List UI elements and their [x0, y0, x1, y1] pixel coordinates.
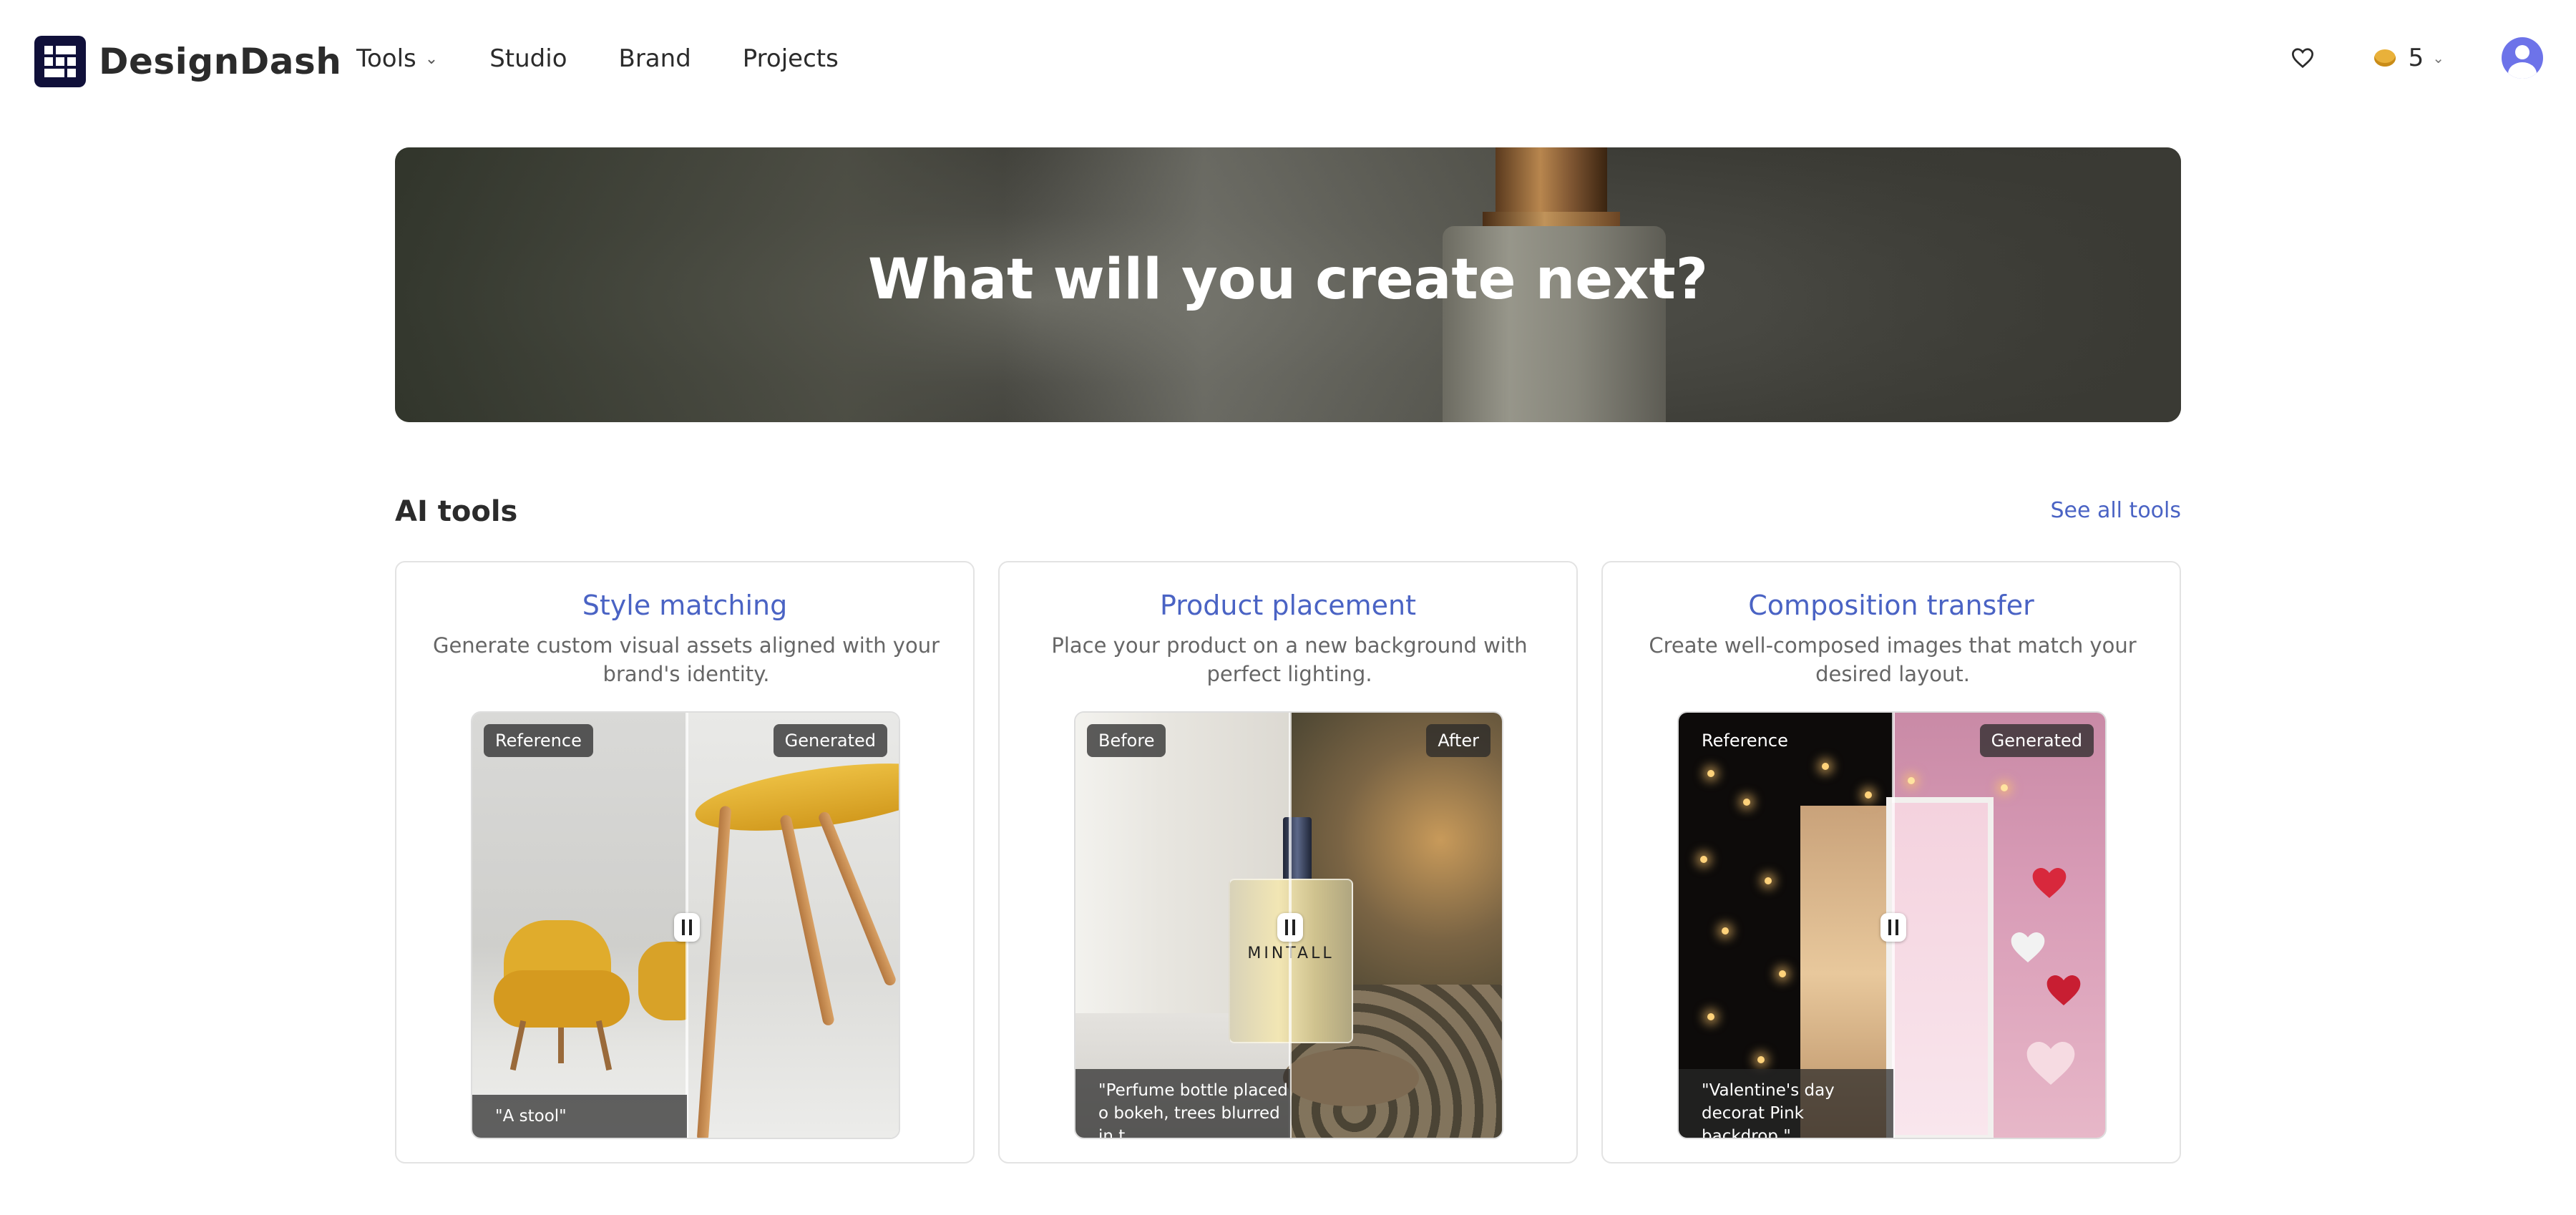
- hero-title: What will you create next?: [867, 248, 1709, 312]
- heart-decoration-icon: [2026, 1042, 2075, 1085]
- generated-tag: Generated: [1979, 724, 2094, 757]
- comparison-slider-handle[interactable]: [674, 913, 700, 942]
- heart-decoration-icon: [2032, 868, 2067, 898]
- prompt-caption: "Valentine's day decorat Pink backdrop.": [1679, 1069, 1893, 1138]
- user-avatar-button[interactable]: [2502, 37, 2543, 79]
- tool-card-product-placement[interactable]: Product placement Place your product on …: [998, 561, 1578, 1163]
- heart-decoration-icon: [2011, 932, 2045, 962]
- prompt-caption: "A stool": [472, 1095, 687, 1138]
- credits-dropdown[interactable]: 5 ⌄: [2373, 44, 2444, 72]
- hero-banner: What will you create next?: [395, 147, 2181, 422]
- comparison-slider-handle[interactable]: [1277, 913, 1303, 942]
- generated-image: [687, 713, 899, 1138]
- see-all-tools-link[interactable]: See all tools: [2050, 498, 2181, 523]
- heart-icon: [2291, 48, 2313, 69]
- reference-image: [472, 713, 696, 1138]
- card-title: Product placement: [1160, 590, 1416, 621]
- card-title: Composition transfer: [1748, 590, 2034, 621]
- nav-tools-dropdown[interactable]: Tools ⌄: [356, 44, 438, 73]
- tool-card-style-matching[interactable]: Style matching Generate custom visual as…: [395, 561, 975, 1163]
- generated-tag: Generated: [773, 724, 887, 757]
- before-tag: Before: [1087, 724, 1166, 757]
- reference-tag: Reference: [484, 724, 593, 757]
- before-after-comparison[interactable]: Reference Generated "A stool": [471, 711, 900, 1139]
- comparison-slider-handle[interactable]: [1880, 913, 1906, 942]
- hero-bottle-image: [1496, 147, 1607, 216]
- nav-brand[interactable]: Brand: [619, 44, 691, 73]
- before-after-comparison[interactable]: MINTALL Before After "Perfume bottle pla…: [1074, 711, 1503, 1139]
- main-nav: Tools ⌄ Studio Brand Projects: [356, 44, 890, 73]
- nav-tools-label: Tools: [356, 44, 416, 73]
- section-title: AI tools: [395, 495, 518, 528]
- reference-tag: Reference: [1702, 731, 1788, 751]
- after-tag: After: [1426, 724, 1491, 757]
- nav-studio[interactable]: Studio: [489, 44, 567, 73]
- card-title: Style matching: [582, 590, 788, 621]
- heart-decoration-icon: [2046, 975, 2081, 1005]
- nav-projects[interactable]: Projects: [743, 44, 839, 73]
- coin-icon: [2373, 49, 2396, 67]
- perfume-bottle-image: [1283, 817, 1312, 882]
- prompt-caption: "Perfume bottle placed o bokeh, trees bl…: [1075, 1069, 1290, 1138]
- chevron-down-icon: ⌄: [2432, 49, 2444, 67]
- favorites-button[interactable]: [2283, 38, 2323, 78]
- brand-name: DesignDash: [99, 41, 342, 82]
- top-navigation-bar: DesignDash Tools ⌄ Studio Brand Projects…: [0, 0, 2576, 123]
- generated-image: [1886, 713, 2105, 1138]
- credits-count: 5: [2408, 44, 2424, 72]
- header-actions: 5 ⌄: [2283, 37, 2543, 79]
- card-description: Create well-composed images that match y…: [1649, 633, 2137, 686]
- tool-card-composition-transfer[interactable]: Composition transfer Create well-compose…: [1601, 561, 2181, 1163]
- brand-logo-link[interactable]: DesignDash: [34, 36, 341, 87]
- user-icon: [2515, 45, 2529, 59]
- chevron-down-icon: ⌄: [424, 49, 439, 68]
- before-after-comparison[interactable]: Reference Generated "Valentine's day dec…: [1677, 711, 2107, 1139]
- card-description: Place your product on a new background w…: [1051, 633, 1528, 686]
- grid-logo-icon: [34, 36, 86, 87]
- card-description: Generate custom visual assets aligned wi…: [432, 633, 940, 686]
